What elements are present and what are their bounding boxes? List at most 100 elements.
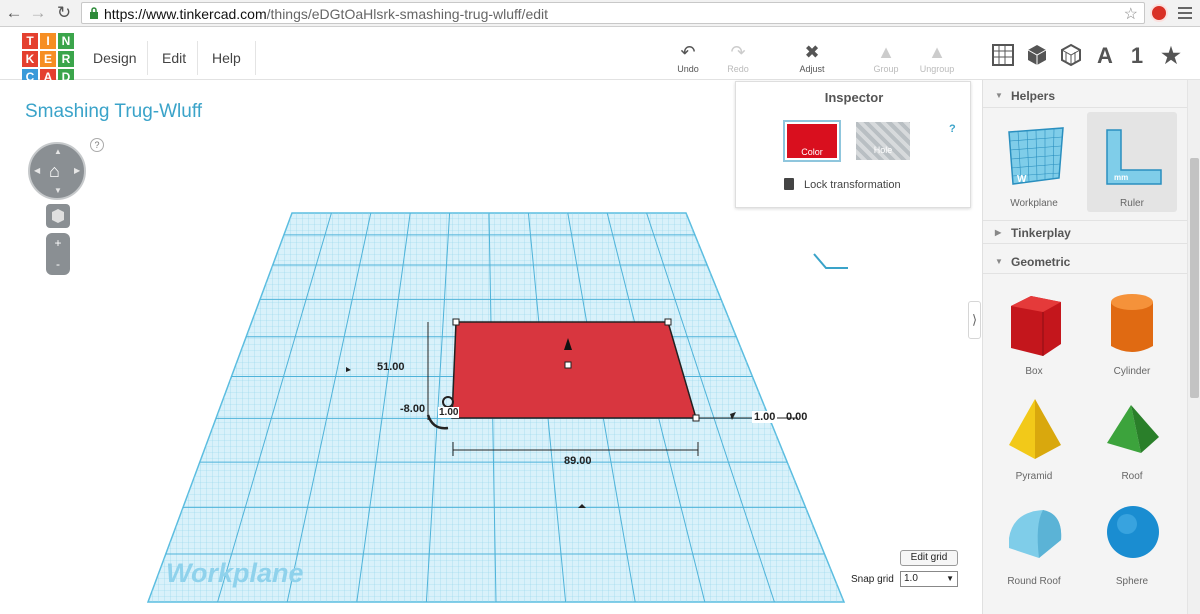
box-view-icon[interactable]	[1024, 43, 1050, 69]
menu-design[interactable]: Design	[79, 41, 151, 75]
home-view-icon[interactable]: ⌂	[49, 161, 60, 182]
section-geometric-label: Geometric	[1011, 255, 1071, 269]
shape-sphere-label: Sphere	[1115, 576, 1149, 587]
section-tinkerplay[interactable]: ▶ Tinkerplay	[983, 220, 1188, 244]
helper-ruler[interactable]: mm Ruler	[1087, 112, 1177, 212]
orbit-up-icon[interactable]: ▲	[54, 147, 62, 156]
collapse-panel-button[interactable]: ⟩	[968, 301, 981, 339]
ungroup-label: Ungroup	[919, 64, 955, 74]
shape-sphere[interactable]: Sphere	[1087, 490, 1177, 590]
box-shape-icon	[1011, 296, 1061, 356]
color-button[interactable]: Color	[783, 120, 841, 162]
undo-button[interactable]: ↶ Undo	[665, 40, 711, 74]
bookmark-star-icon[interactable]: ☆	[1124, 4, 1138, 24]
lock-transformation-label: Lock transformation	[804, 179, 901, 191]
design-title[interactable]: Smashing Trug-Wluff	[25, 101, 202, 123]
offset-dimension[interactable]: -8.00	[400, 403, 425, 415]
redo-button[interactable]: ↷ Redo	[715, 40, 761, 74]
logo-letter: I	[40, 33, 56, 49]
shape-cylinder-label: Cylinder	[1113, 366, 1151, 377]
shape-box[interactable]: Box	[989, 280, 1079, 380]
inspector-help-icon[interactable]: ?	[949, 123, 956, 135]
shape-pyramid[interactable]: Pyramid	[989, 385, 1079, 485]
workplane-label: Workplane	[166, 558, 304, 588]
view-navigation-control[interactable]: ⌂ ▲ ▼ ◀ ▶	[28, 142, 86, 200]
undo-label: Undo	[677, 64, 699, 74]
snap-grid-select[interactable]: 1.0 ▼	[900, 571, 958, 587]
chevron-down-icon: ▼	[946, 574, 954, 583]
orbit-down-icon[interactable]: ▼	[54, 186, 62, 195]
menu-help[interactable]: Help	[197, 41, 256, 75]
adjust-label: Adjust	[799, 64, 825, 74]
redo-icon: ↷	[730, 42, 746, 62]
snap-grid-label: Snap grid	[851, 574, 894, 585]
snap-grid-value: 1.0	[904, 573, 918, 584]
logo-letter: R	[58, 51, 74, 67]
adjust-icon: ✖	[804, 42, 820, 62]
shape-round-roof-label: Round Roof	[1007, 576, 1061, 587]
shape-roof-label: Roof	[1121, 471, 1143, 482]
browser-toolbar: ← → ↻ https://www.tinkercad.com/things/e…	[0, 0, 1200, 27]
wireframe-view-icon[interactable]	[1058, 43, 1084, 69]
grid-view-icon[interactable]	[990, 43, 1016, 69]
url-text: https://www.tinkercad.com/things/eDGtOaH…	[104, 6, 548, 22]
url-path: /things/eDGtOaHlsrk-smashing-trug-wluff/…	[266, 6, 549, 22]
adjust-button[interactable]: ✖ Adjust	[789, 40, 835, 74]
scrollbar-thumb[interactable]	[1190, 158, 1199, 398]
depth-dimension[interactable]: 51.00	[377, 361, 405, 373]
zoom-in-button[interactable]: +	[46, 233, 70, 254]
color-button-label: Color	[787, 124, 837, 158]
cylinder-shape-icon	[1111, 294, 1153, 352]
view-cube-icon[interactable]	[46, 204, 70, 228]
help-icon[interactable]: ?	[90, 138, 104, 152]
text-shape-icon[interactable]: A	[1092, 43, 1118, 69]
round-roof-shape-icon	[1009, 510, 1062, 558]
height-dimension[interactable]: 1.00	[438, 407, 460, 418]
url-host: https://www.tinkercad.com	[104, 6, 267, 22]
number-shape-icon[interactable]: 1	[1124, 43, 1150, 69]
back-icon[interactable]: ←	[4, 3, 24, 23]
reload-icon[interactable]: ↻	[54, 3, 74, 23]
section-geometric[interactable]: ▼ Geometric	[983, 250, 1188, 274]
edit-grid-button[interactable]: Edit grid	[900, 550, 958, 566]
hole-button[interactable]: Hole	[854, 120, 912, 162]
shape-box-label: Box	[1025, 366, 1043, 377]
helper-workplane-label: Workplane	[1010, 198, 1058, 209]
extension-icon[interactable]	[1150, 4, 1168, 22]
logo-letter: T	[22, 33, 38, 49]
group-button[interactable]: ▲ Group	[863, 40, 909, 74]
elevation-dimension[interactable]: 0.00	[786, 411, 807, 423]
helper-workplane[interactable]: W Workplane	[989, 112, 1079, 212]
inspector-title: Inspector	[824, 90, 884, 105]
orbit-right-icon[interactable]: ▶	[74, 166, 80, 175]
shape-round-roof[interactable]: Round Roof	[989, 490, 1079, 590]
tinkercad-logo[interactable]: T I N K E R C A D	[22, 33, 74, 85]
sphere-shape-icon	[1107, 506, 1159, 558]
shape-roof[interactable]: Roof	[1087, 385, 1177, 485]
orbit-left-icon[interactable]: ◀	[34, 166, 40, 175]
star-icon[interactable]: ★	[1158, 43, 1184, 69]
section-helpers[interactable]: ▼ Helpers	[983, 84, 1188, 108]
roof-shape-icon	[1107, 405, 1159, 453]
svg-text:W: W	[1017, 174, 1027, 185]
pyramid-shape-icon	[1009, 399, 1061, 459]
logo-letter: E	[40, 51, 56, 67]
menu-edit[interactable]: Edit	[147, 41, 200, 75]
ungroup-icon: ▲	[928, 42, 946, 62]
shape-cylinder[interactable]: Cylinder	[1087, 280, 1177, 380]
address-bar[interactable]: https://www.tinkercad.com/things/eDGtOaH…	[81, 2, 1145, 24]
workplane-shape-icon: W	[1008, 127, 1064, 185]
app-header: T I N K E R C A D Design Edit Help ↶ Und…	[0, 27, 1200, 85]
ruler-shape-icon: mm	[1106, 129, 1162, 185]
ungroup-button[interactable]: ▲ Ungroup	[914, 40, 960, 74]
group-label: Group	[873, 64, 899, 74]
lock-transformation-toggle[interactable]: Lock transformation	[784, 178, 901, 191]
height-dimension-right[interactable]: 1.00	[752, 411, 778, 423]
hole-button-label: Hole	[856, 122, 910, 160]
undo-icon: ↶	[680, 42, 696, 62]
width-dimension[interactable]: 89.00	[564, 455, 592, 467]
browser-menu-icon[interactable]	[1178, 4, 1192, 22]
panel-scrollbar[interactable]	[1187, 80, 1200, 614]
zoom-out-button[interactable]: -	[46, 254, 70, 275]
forward-icon[interactable]: →	[28, 3, 48, 23]
